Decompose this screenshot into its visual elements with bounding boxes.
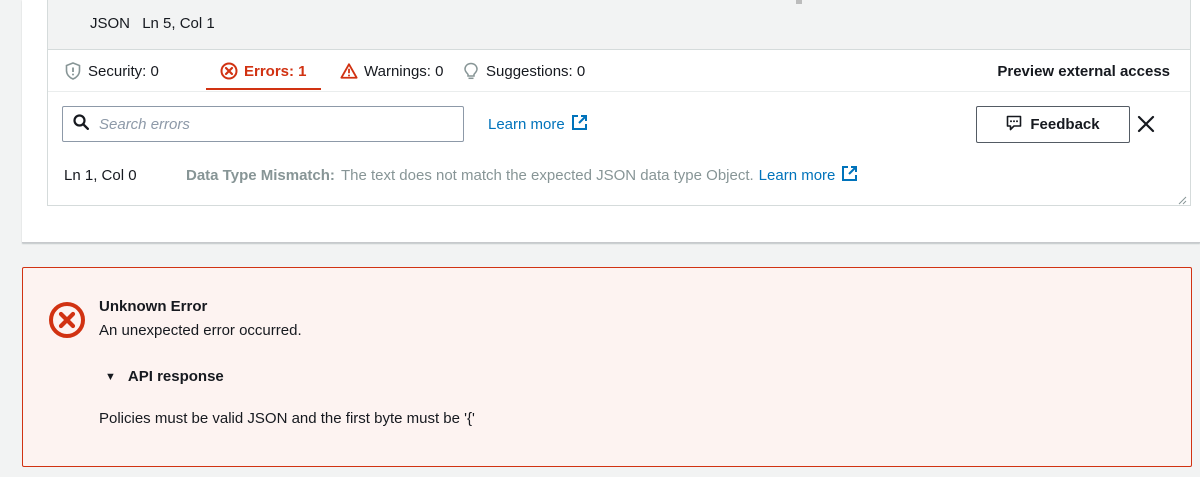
editor-language: JSON — [90, 15, 131, 32]
feedback-icon — [1006, 115, 1022, 135]
external-link-icon — [571, 114, 588, 135]
search-icon — [73, 113, 90, 135]
tab-suggestions[interactable]: Suggestions: 0 — [462, 50, 585, 92]
api-response-label: API response — [127, 368, 224, 385]
policy-editor-card: JSON Ln 5, Col 1 Security: 0 Errors: 1 W… — [22, 0, 1200, 243]
editor-status-bar: JSON Ln 5, Col 1 — [47, 0, 1191, 50]
error-circle-icon — [220, 62, 238, 80]
tab-warnings[interactable]: Warnings: 0 — [340, 50, 443, 92]
feedback-button[interactable]: Feedback — [976, 106, 1130, 143]
preview-external-access-link[interactable]: Preview external access — [997, 50, 1170, 92]
validation-finding-row: Ln 1, Col 0 Data Type Mismatch: The text… — [64, 164, 858, 186]
finding-message: The text does not match the expected JSO… — [340, 166, 754, 184]
warning-triangle-icon — [340, 62, 358, 80]
finding-learn-more-link[interactable]: Learn more — [759, 165, 859, 186]
editor-status-text: JSON Ln 5, Col 1 — [90, 15, 215, 32]
caret-down-icon: ▼ — [105, 370, 116, 383]
policy-validator-panel: Security: 0 Errors: 1 Warnings: 0 Sugges… — [47, 50, 1191, 206]
error-alert: Unknown Error An unexpected error occurr… — [22, 267, 1192, 467]
search-errors-input[interactable] — [99, 115, 449, 133]
learn-more-link[interactable]: Learn more — [488, 106, 588, 142]
tab-security-label: Security: 0 — [88, 62, 159, 80]
learn-more-label: Learn more — [488, 115, 565, 133]
finding-title: Data Type Mismatch: — [186, 166, 335, 184]
lightbulb-icon — [462, 62, 480, 80]
tab-warnings-label: Warnings: 0 — [364, 62, 444, 80]
external-link-icon — [841, 165, 858, 186]
finding-learn-more-label: Learn more — [758, 166, 836, 184]
resize-handle-icon[interactable] — [1177, 192, 1187, 205]
scrollbar-thumb[interactable] — [796, 0, 802, 4]
search-errors-field[interactable] — [62, 106, 464, 142]
editor-cursor-position: Ln 5, Col 1 — [142, 15, 215, 32]
tab-security[interactable]: Security: 0 — [64, 50, 159, 92]
alert-description: An unexpected error occurred. — [99, 322, 302, 339]
shield-icon — [64, 62, 82, 80]
close-icon[interactable] — [1134, 112, 1158, 136]
api-response-message: Policies must be valid JSON and the firs… — [99, 410, 475, 427]
error-circle-icon — [48, 301, 86, 339]
tab-errors[interactable]: Errors: 1 — [206, 50, 320, 92]
api-response-expander[interactable]: ▼ API response — [105, 368, 224, 385]
feedback-label: Feedback — [1030, 116, 1100, 133]
finding-location: Ln 1, Col 0 — [64, 166, 137, 184]
validator-tabs: Security: 0 Errors: 1 Warnings: 0 Sugges… — [48, 50, 1190, 92]
tab-suggestions-label: Suggestions: 0 — [486, 62, 586, 80]
tab-errors-label: Errors: 1 — [244, 62, 307, 80]
alert-title: Unknown Error — [99, 298, 208, 315]
